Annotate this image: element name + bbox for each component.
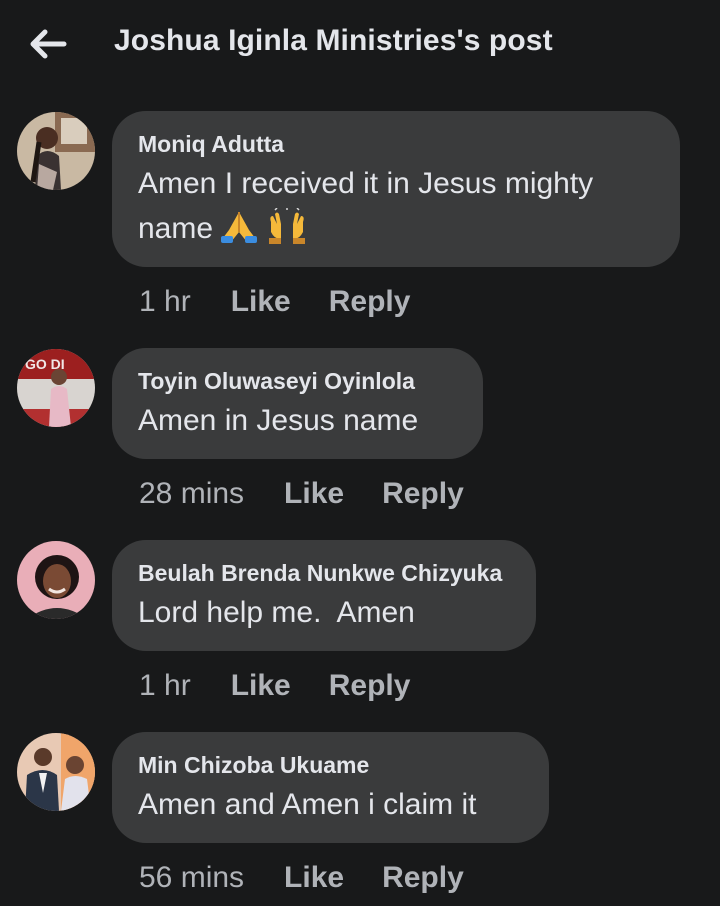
comment-text: Amen in Jesus name bbox=[138, 404, 419, 437]
comment-timestamp: 56 mins bbox=[139, 861, 245, 894]
like-button[interactable]: Like bbox=[231, 669, 291, 703]
comment-actions: 56 mins Like Reply bbox=[139, 858, 464, 898]
raising-hands-emoji bbox=[265, 207, 309, 257]
comment-text-content: Amen I received it in Jesus mighty name bbox=[138, 167, 594, 245]
reply-button[interactable]: Reply bbox=[329, 669, 411, 703]
comment-timestamp: 1 hr bbox=[139, 285, 191, 318]
comment-actions: 1 hr Like Reply bbox=[139, 666, 410, 706]
comment-timestamp: 1 hr bbox=[139, 669, 191, 702]
comment-author[interactable]: Moniq Adutta bbox=[138, 131, 654, 157]
comment-bubble[interactable]: Min Chizoba Ukuame Amen and Amen i claim… bbox=[112, 732, 549, 843]
comment-bubble[interactable]: Beulah Brenda Nunkwe Chizyuka Lord help … bbox=[112, 540, 536, 651]
like-button[interactable]: Like bbox=[284, 477, 344, 511]
avatar[interactable] bbox=[17, 541, 95, 619]
avatar[interactable] bbox=[17, 112, 95, 190]
like-button[interactable]: Like bbox=[231, 285, 291, 319]
comment-bubble[interactable]: Toyin Oluwaseyi Oyinlola Amen in Jesus n… bbox=[112, 348, 483, 459]
page-title: Joshua Iginla Ministries's post bbox=[114, 24, 553, 57]
avatar[interactable]: GO DI bbox=[17, 349, 95, 427]
folded-hands-emoji bbox=[219, 208, 259, 257]
comment-author[interactable]: Beulah Brenda Nunkwe Chizyuka bbox=[138, 560, 510, 586]
reply-button[interactable]: Reply bbox=[382, 861, 464, 895]
back-button[interactable] bbox=[26, 26, 70, 62]
comment-author[interactable]: Toyin Oluwaseyi Oyinlola bbox=[138, 368, 457, 394]
reply-button[interactable]: Reply bbox=[329, 285, 411, 319]
avatar[interactable] bbox=[17, 733, 95, 811]
like-button[interactable]: Like bbox=[284, 861, 344, 895]
arrow-left-icon bbox=[30, 29, 67, 59]
comment-actions: 28 mins Like Reply bbox=[139, 474, 464, 514]
comment-author[interactable]: Min Chizoba Ukuame bbox=[138, 752, 523, 778]
comment-text: Lord help me. Amen bbox=[138, 596, 415, 629]
comment-text: Amen and Amen i claim it bbox=[138, 788, 477, 821]
post-header: Joshua Iginla Ministries's post bbox=[0, 0, 720, 90]
comment-bubble[interactable]: Moniq Adutta Amen I received it in Jesus… bbox=[112, 111, 680, 267]
comment-text: Amen I received it in Jesus mighty name bbox=[138, 161, 654, 257]
comment-actions: 1 hr Like Reply bbox=[139, 282, 410, 322]
comment-timestamp: 28 mins bbox=[139, 477, 245, 510]
reply-button[interactable]: Reply bbox=[382, 477, 464, 511]
